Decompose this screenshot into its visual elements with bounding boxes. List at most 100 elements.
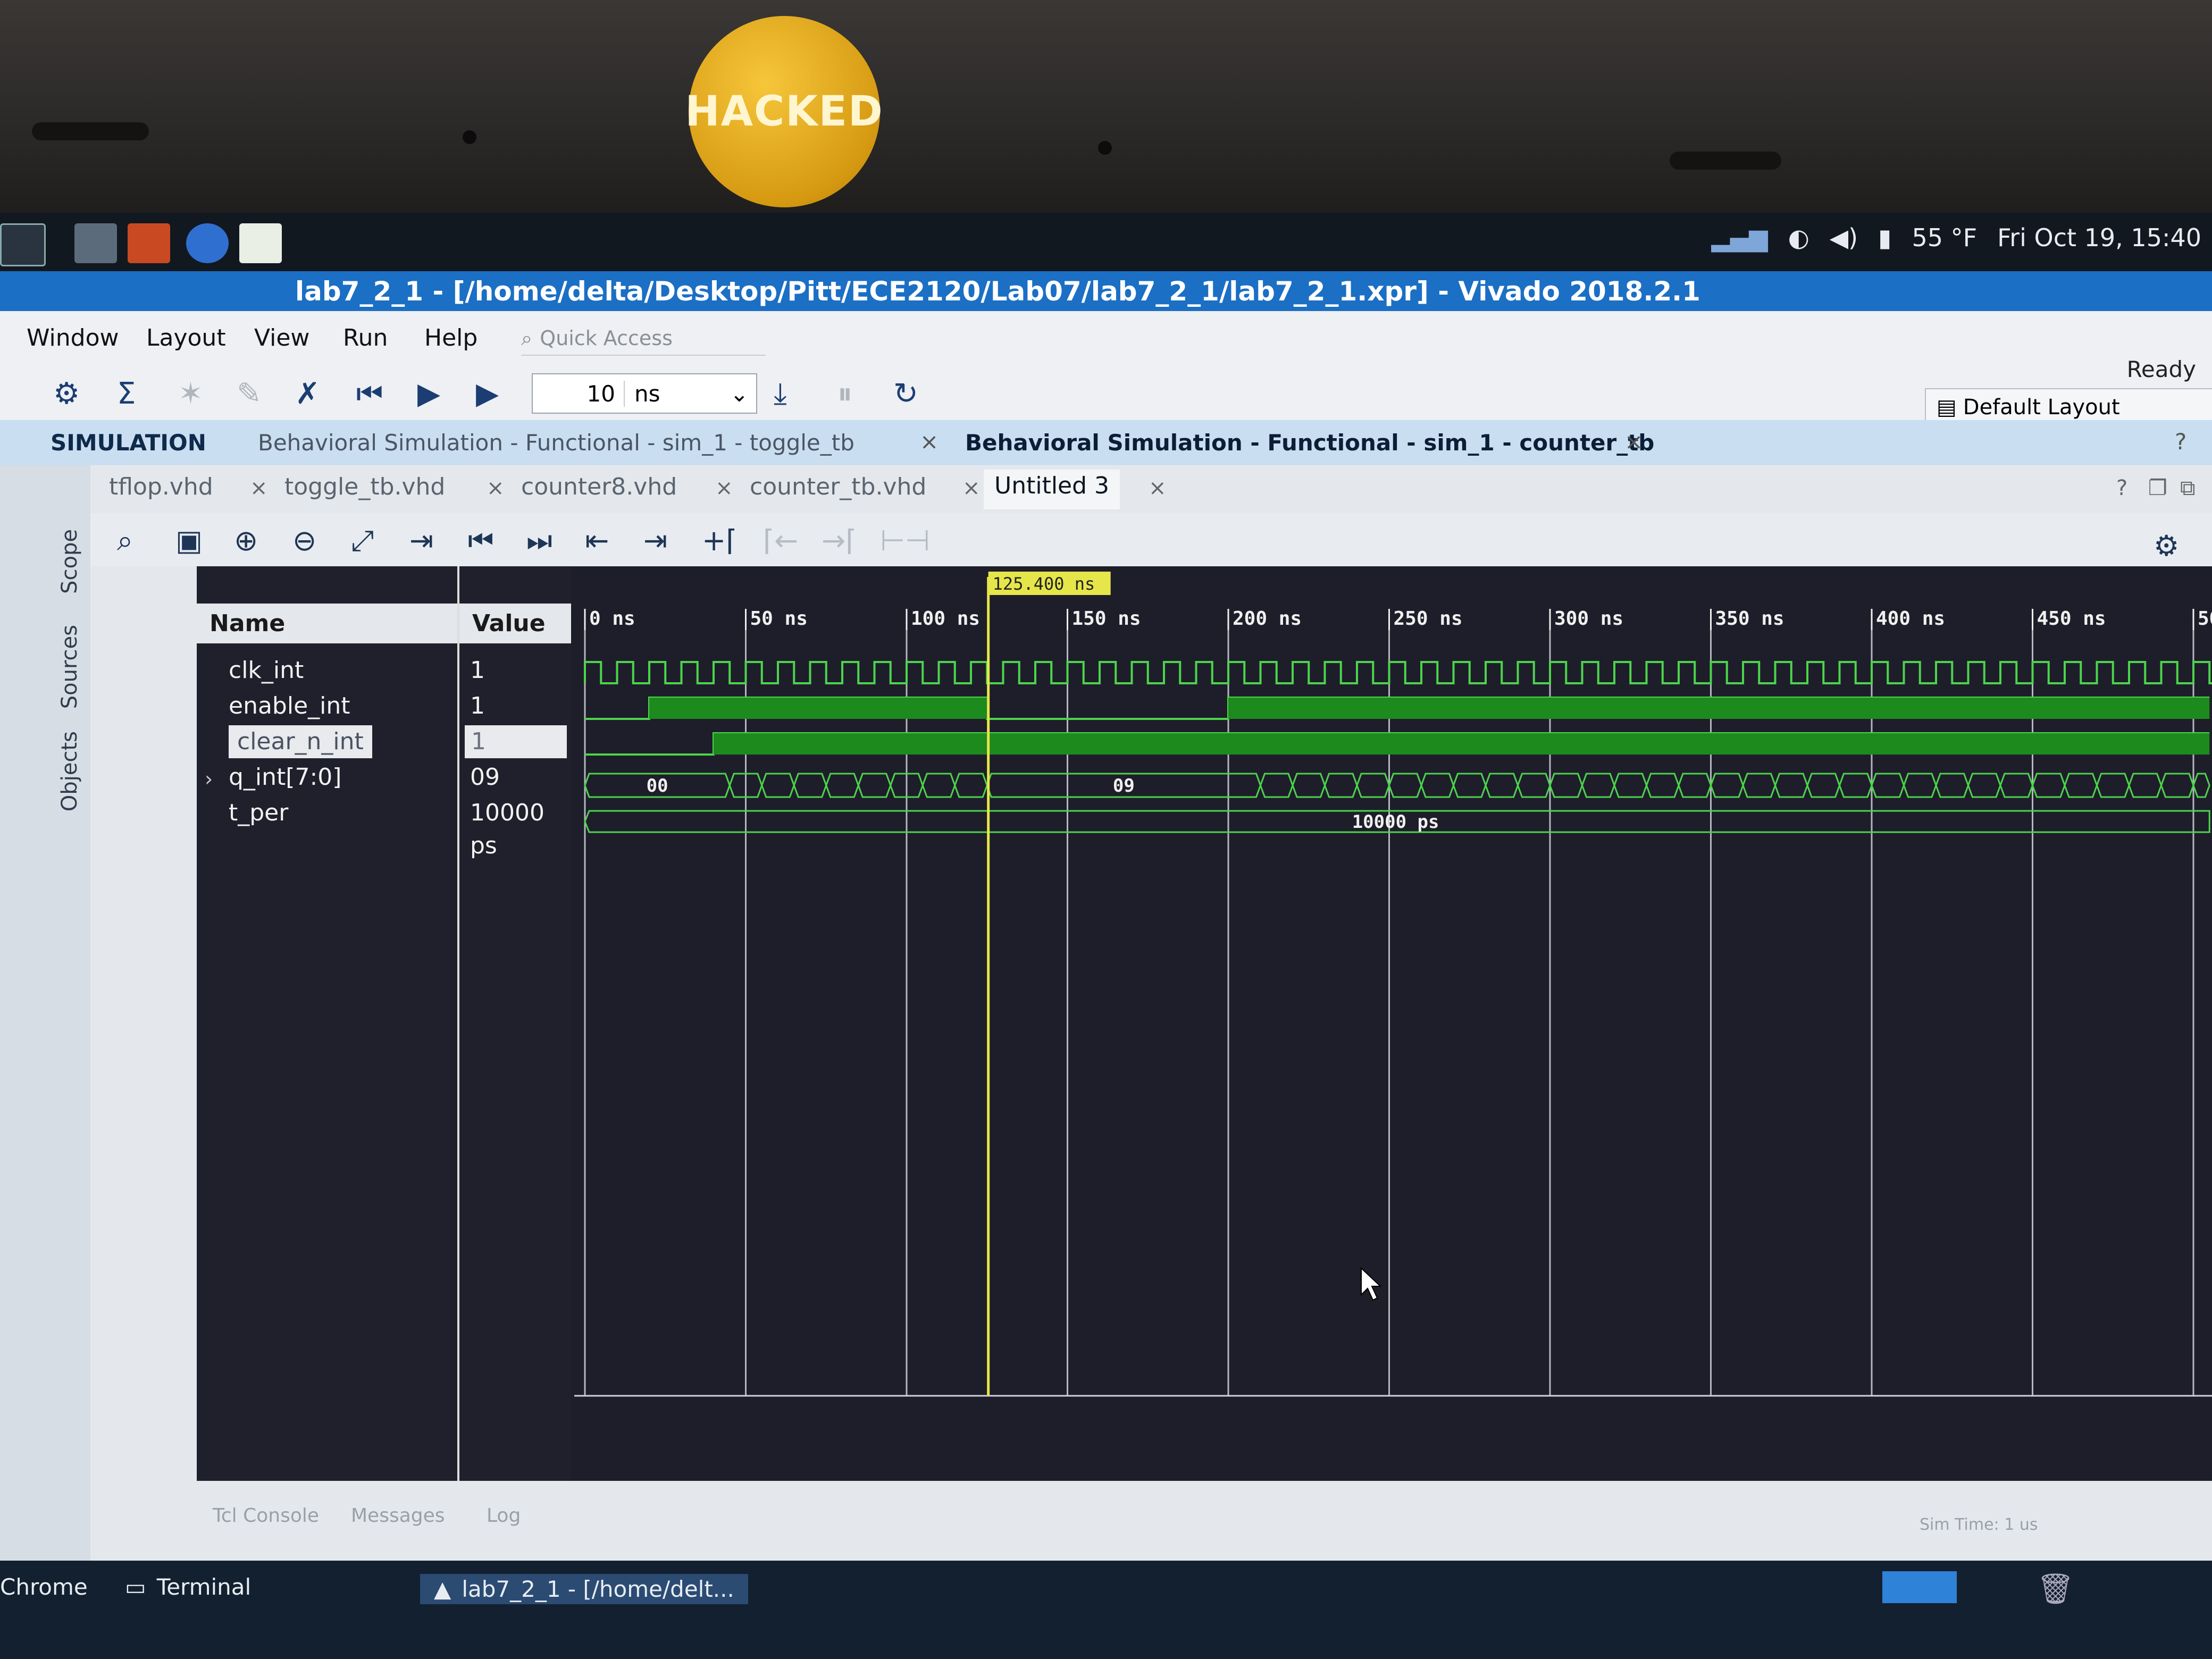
hacked-sticker: HACKED [685, 16, 883, 207]
run-all-icon[interactable]: ▶ [417, 376, 440, 411]
signal-t-per[interactable]: t_per [229, 797, 288, 830]
volume-icon[interactable]: ◀) [1830, 223, 1858, 252]
tab-messages[interactable]: Messages [351, 1505, 445, 1527]
browser-icon[interactable] [186, 223, 229, 263]
value-clear-n-int: 1 [465, 725, 567, 758]
close-icon[interactable]: × [962, 476, 981, 500]
signal-clear-n-int[interactable]: clear_n_int [229, 725, 372, 758]
next-transition-icon[interactable]: ⇥ [643, 524, 667, 557]
tab-tcl-console[interactable]: Tcl Console [213, 1505, 319, 1527]
close-icon[interactable]: × [1149, 476, 1167, 500]
close-icon[interactable]: × [487, 476, 505, 500]
menu-run[interactable]: Run [343, 324, 388, 351]
name-column-header[interactable]: Name [197, 604, 457, 643]
q-int-segment [2128, 773, 2163, 798]
q-int-segment [1838, 773, 1873, 798]
q-int-segment [1323, 773, 1358, 798]
tab-tflop[interactable]: tflop.vhd [109, 473, 213, 500]
previous-transition-icon[interactable]: ⇤ [585, 524, 609, 557]
q-int-segment [2031, 773, 2066, 798]
tab-log[interactable]: Log [487, 1505, 521, 1527]
gear-icon[interactable]: ⚙ [2154, 529, 2179, 563]
run-for-icon[interactable]: ▶ [476, 376, 499, 411]
terminal-launcher-icon[interactable] [0, 223, 46, 266]
expand-chevron-icon[interactable]: › [205, 767, 213, 791]
sigma-icon[interactable]: Σ [117, 376, 136, 411]
signal-clk-int[interactable]: clk_int [229, 654, 304, 687]
cursor-time-label: 125.400 ns [993, 574, 1095, 594]
sim-tab-toggle[interactable]: Behavioral Simulation - Functional - sim… [258, 430, 854, 456]
temperature[interactable]: 55 °F [1912, 223, 1977, 252]
go-to-cursor-icon[interactable]: ⇥ [409, 524, 433, 557]
tab-toggle-tb[interactable]: toggle_tb.vhd [284, 473, 445, 500]
tab-objects[interactable]: Objects [57, 731, 82, 811]
weather-icon[interactable]: ◐ [1788, 223, 1809, 252]
swap-cursors-icon: ⊢⊣ [880, 524, 931, 557]
close-sim-icon[interactable]: ✗ [295, 376, 320, 411]
zoom-in-icon[interactable]: ⊕ [234, 524, 258, 557]
file-tabs: tflop.vhd × toggle_tb.vhd × counter8.vhd… [90, 465, 2212, 513]
tab-scope[interactable]: Scope [57, 529, 82, 594]
trash-icon[interactable]: 🗑 [2037, 1571, 2074, 1606]
tab-sources[interactable]: Sources [57, 625, 82, 709]
sim-tab-counter[interactable]: Behavioral Simulation - Functional - sim… [965, 430, 1654, 456]
step-icon[interactable]: ⤓ [774, 376, 787, 412]
tab-counter8[interactable]: counter8.vhd [521, 473, 677, 500]
vivado-icon[interactable] [239, 223, 282, 263]
q-int-value-label: 00 [647, 775, 668, 797]
close-icon[interactable]: × [920, 429, 939, 455]
window-titlebar[interactable]: lab7_2_1 - [/home/delta/Desktop/Pitt/ECE… [0, 271, 2212, 311]
restore-icon[interactable]: ❐ [2148, 476, 2167, 500]
run-time-field[interactable]: 10 ns ⌄ [532, 373, 757, 414]
close-icon[interactable]: × [715, 476, 733, 500]
bezel-camera [1098, 141, 1112, 155]
menu-view[interactable]: View [254, 324, 309, 351]
run-time-unit[interactable]: ns [625, 381, 730, 407]
tab-untitled-3[interactable]: Untitled 3 [984, 470, 1120, 509]
battery-icon[interactable]: ▮ [1878, 223, 1891, 252]
time-tick-label: 100 ns [911, 608, 980, 630]
restart-icon[interactable]: ⏮ [356, 376, 383, 412]
home-folder-icon[interactable] [74, 223, 117, 263]
menu-window[interactable]: Window [27, 324, 119, 351]
matlab-icon[interactable] [128, 223, 170, 263]
desktop-switcher[interactable] [1882, 1571, 1957, 1603]
system-tray: ▂▄▆ ◐ ◀) ▮ 55 °F Fri Oct 19, 15:40 [1712, 223, 2202, 252]
zoom-out-icon[interactable]: ⊖ [292, 524, 316, 557]
taskbar-vivado[interactable]: ▲ lab7_2_1 - [/home/delt... [420, 1574, 748, 1604]
q-int-segment [2160, 773, 2194, 798]
close-icon[interactable]: × [250, 476, 268, 500]
simulation-label: SIMULATION [51, 430, 206, 456]
menu-layout[interactable]: Layout [146, 324, 226, 351]
settings-icon[interactable]: ⚙ [53, 376, 80, 411]
q-int-segment [1871, 773, 1905, 798]
signal-q-int[interactable]: q_int[7:0] [229, 761, 341, 794]
taskbar-chrome[interactable]: Chrome [0, 1574, 88, 1600]
taskbar-terminal[interactable]: ▭ Terminal [125, 1574, 251, 1600]
layout-icon: ▤ [1937, 395, 1957, 420]
go-to-start-icon[interactable]: ⏮ [468, 524, 494, 558]
mouse-pointer-icon [1361, 1267, 1382, 1301]
quick-access-search[interactable]: ⌕ Quick Access [521, 322, 766, 356]
signal-icon[interactable]: ▂▄▆ [1712, 223, 1768, 252]
signal-enable-int[interactable]: enable_int [229, 690, 350, 723]
clock[interactable]: Fri Oct 19, 15:40 [1997, 223, 2201, 252]
go-to-end-icon[interactable]: ⏭ [526, 524, 552, 558]
run-time-value[interactable]: 10 [533, 380, 625, 407]
help-icon[interactable]: ? [2116, 476, 2127, 500]
search-icon[interactable]: ⌕ [117, 524, 133, 558]
layout-selector-label: Default Layout [1963, 395, 2120, 420]
q-int-segment [2064, 773, 2098, 798]
save-icon[interactable]: ▣ [175, 524, 203, 557]
add-marker-icon[interactable]: +⌈ [702, 524, 737, 557]
menu-help[interactable]: Help [424, 324, 477, 351]
close-icon[interactable]: × [1624, 429, 1643, 455]
tab-counter-tb[interactable]: counter_tb.vhd [750, 473, 926, 500]
maximize-icon[interactable]: ⧉ [2180, 476, 2196, 500]
zoom-fit-icon[interactable]: ⤢ [351, 524, 374, 558]
relaunch-icon[interactable]: ↻ [893, 376, 918, 411]
help-icon[interactable]: ? [2175, 429, 2186, 455]
waveform-plot[interactable]: 0 ns 50 ns 100 ns 150 ns 200 ns 250 ns 300 ns 3… [574, 566, 2212, 1481]
value-column-header[interactable]: Value [459, 604, 571, 643]
chevron-down-icon[interactable]: ⌄ [730, 381, 756, 407]
